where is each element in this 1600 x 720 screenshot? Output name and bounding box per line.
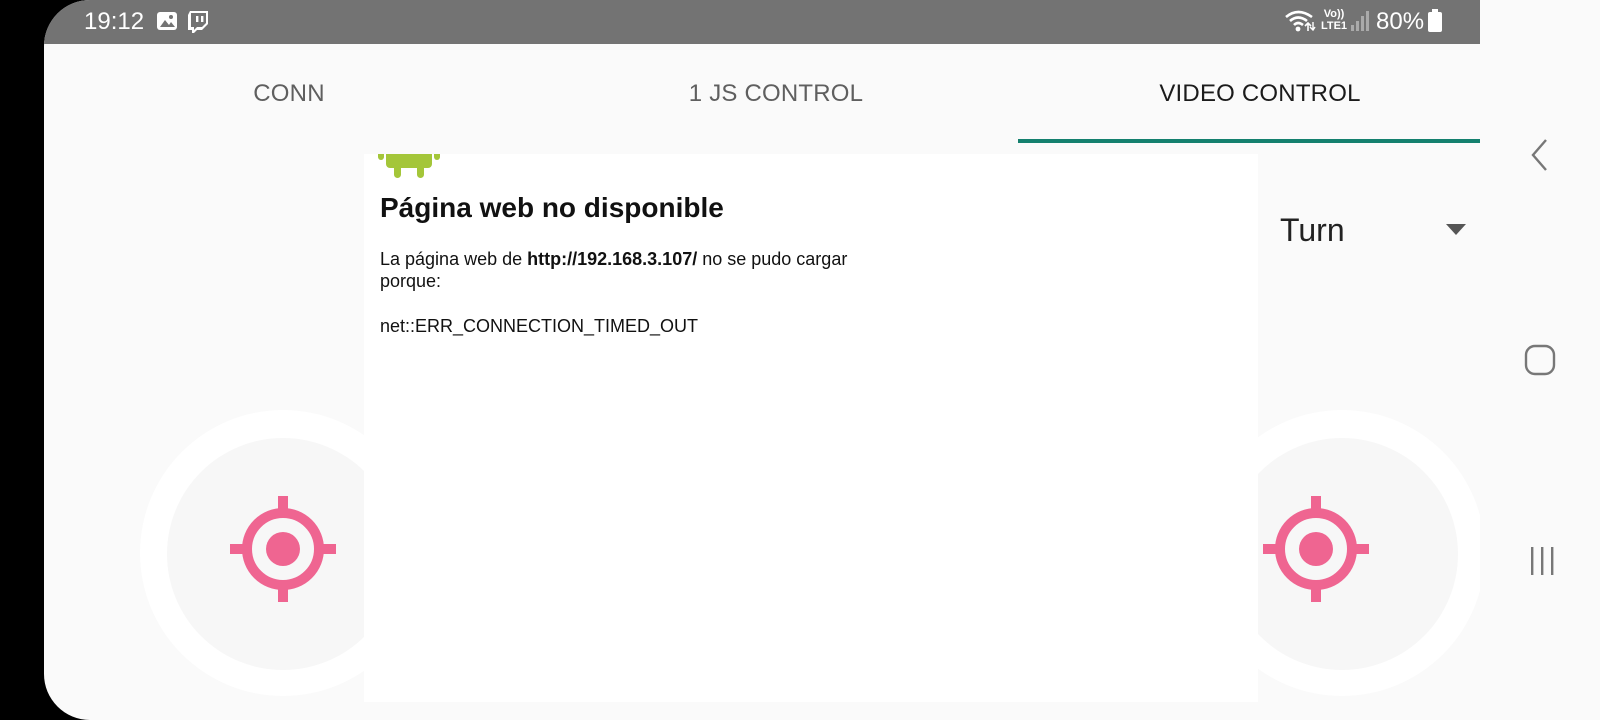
gallery-icon [156,10,178,37]
dropdown-arrow-icon [1446,223,1466,241]
left-joystick-knob[interactable] [230,496,336,602]
tab-video-control-label: VIDEO CONTROL [1159,80,1361,107]
video-webview[interactable]: Página web no disponible La página web d… [364,154,1258,702]
volte-icon: Vo)) LTE1 [1319,8,1349,32]
system-nav-bar [1480,0,1600,720]
tab-video-control[interactable]: VIDEO CONTROL [1018,44,1480,144]
app-screen: 19:12 Vo)) LTE1 80% CONN 1 JS CONTROL VI… [44,0,1480,720]
tab-conn-label: CONN [253,80,325,107]
twitch-icon [186,10,210,39]
signal-icon [1350,10,1372,37]
mode-dropdown[interactable]: Turn [1280,200,1476,256]
android-icon [378,154,442,193]
status-bar: 19:12 Vo)) LTE1 80% [44,0,1480,44]
error-message: La página web de http://192.168.3.107/ n… [380,248,900,292]
crosshair-icon [230,496,336,602]
volte-label: Vo)) [1323,8,1345,20]
error-code: net::ERR_CONNECTION_TIMED_OUT [380,316,699,336]
error-url: http://192.168.3.107/ [527,249,698,269]
battery-icon [1428,9,1442,38]
recents-icon[interactable] [1528,546,1558,581]
error-message-prefix: La página web de [380,249,528,269]
mode-dropdown-value: Turn [1280,212,1345,248]
lte-label: LTE1 [1320,20,1348,32]
error-title: Página web no disponible [380,192,724,223]
tab-conn[interactable]: CONN [44,44,534,144]
tab-js-control[interactable]: 1 JS CONTROL [534,44,1018,144]
status-time: 19:12 [84,8,145,35]
home-icon[interactable] [1524,344,1556,381]
tab-bar: CONN 1 JS CONTROL VIDEO CONTROL [44,44,1480,144]
back-icon[interactable] [1530,138,1550,177]
wifi-icon [1284,9,1316,38]
battery-percent: 80% [1376,8,1425,35]
tab-indicator [1018,139,1480,143]
tab-js-control-label: 1 JS CONTROL [688,80,864,107]
crosshair-icon [1263,496,1369,602]
right-joystick-knob[interactable] [1263,496,1369,602]
